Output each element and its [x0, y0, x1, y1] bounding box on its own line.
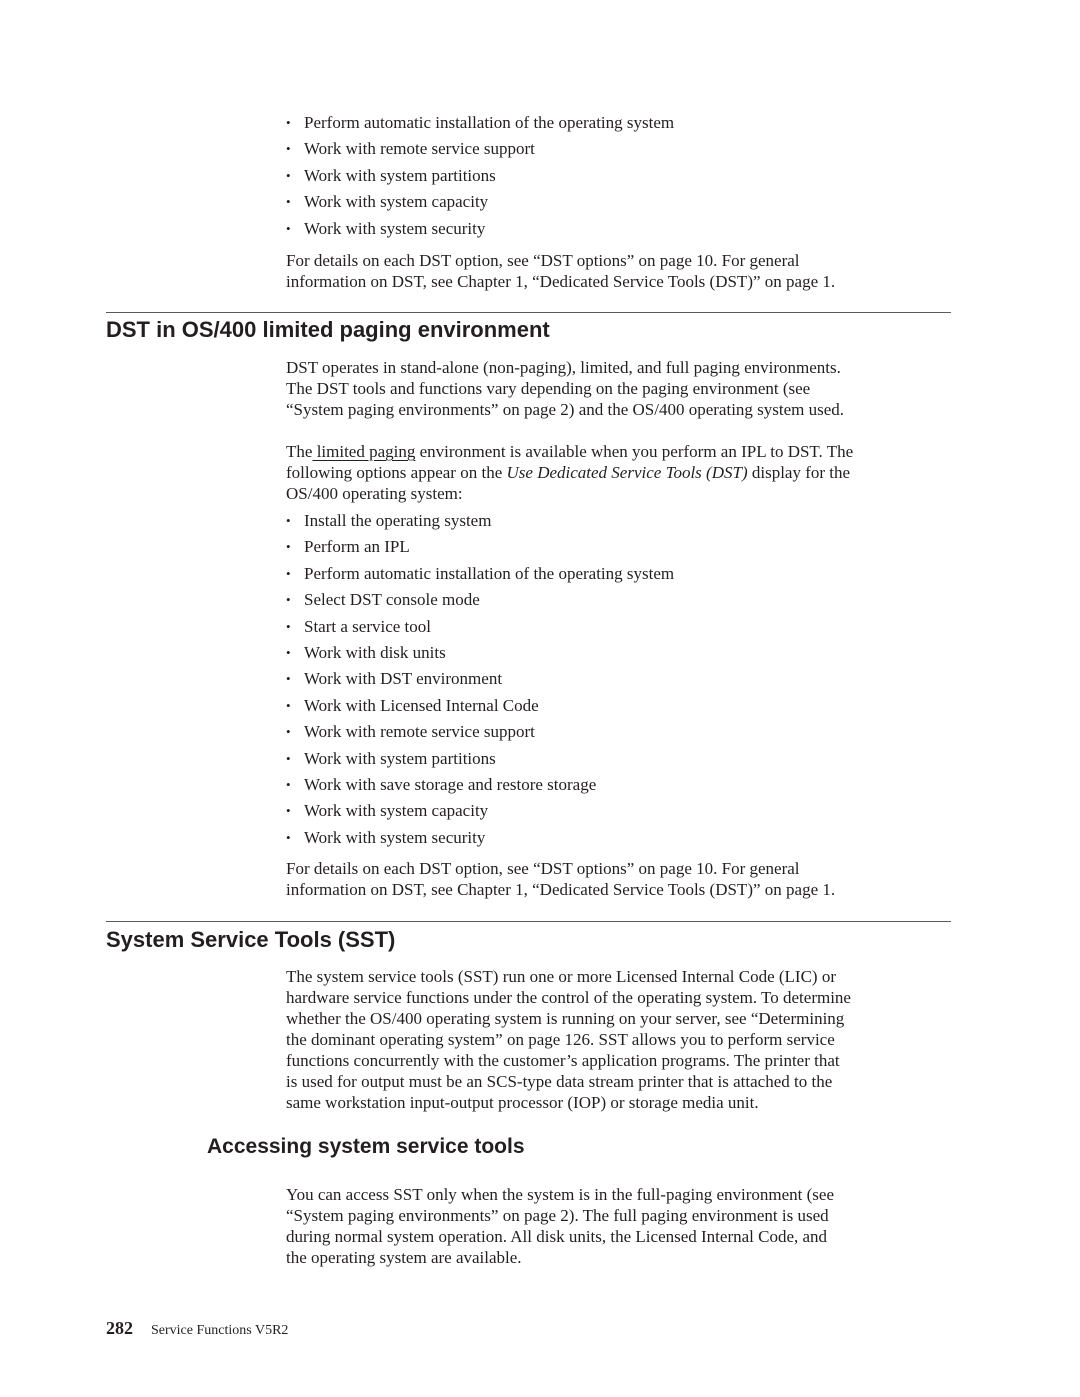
- bullet-icon: •: [286, 539, 291, 555]
- limited-paging-paragraph: The limited paging environment is availa…: [286, 442, 854, 503]
- bullet-icon: •: [286, 141, 291, 157]
- display-name-emphasis: Use Dedicated Service Tools (DST): [506, 463, 748, 482]
- bullet-icon: •: [286, 592, 291, 608]
- list-item: • Work with save storage and restore stor…: [286, 774, 597, 794]
- bullet-icon: •: [286, 644, 291, 660]
- bullet-icon: •: [286, 750, 291, 766]
- list-item: • Install the operating system: [286, 511, 492, 530]
- bullet-icon: •: [286, 671, 291, 687]
- list-item: • Work with DST environment: [286, 669, 503, 689]
- list-item: • Perform automatic installation of the o…: [286, 113, 675, 132]
- list-item: • Work with system capacity: [286, 192, 489, 212]
- page-footer: 282 Service Functions V5R2: [106, 1318, 288, 1339]
- top-details-paragraph: For details on each DST option, see “DST…: [286, 251, 836, 291]
- list-item: • Work with disk units: [286, 642, 446, 662]
- list-item: • Work with remote service support: [286, 722, 535, 742]
- bullet-icon: •: [286, 220, 291, 236]
- book-title: Service Functions V5R2: [151, 1323, 289, 1338]
- list-item: • Work with remote service support: [286, 139, 535, 159]
- top-bullet-list-block: • Perform automatic installation of the o…: [286, 112, 956, 244]
- accessing-sst-paragraph: You can access SST only when the system …: [286, 1185, 835, 1267]
- bullet-icon: •: [286, 724, 291, 740]
- bullet-icon: •: [286, 618, 291, 634]
- top-bullet-list: • Perform automatic installation of the o…: [286, 112, 956, 244]
- bullet-icon: •: [286, 194, 291, 210]
- bullet-icon: •: [286, 829, 291, 845]
- list-item: • Work with Licensed Internal Code: [286, 695, 539, 715]
- list-item: • Start a service tool: [286, 616, 431, 636]
- section-heading-sst: System Service Tools (SST): [106, 927, 396, 952]
- bullet-icon: •: [286, 776, 291, 792]
- bullet-icon: •: [286, 167, 291, 183]
- section-divider: [106, 312, 951, 313]
- sst-paragraph: The system service tools (SST) run one o…: [286, 967, 851, 1112]
- limited-paging-details-paragraph: For details on each DST option, see “DST…: [286, 859, 836, 899]
- section-divider: [106, 921, 951, 922]
- list-item: • Perform automatic installation of the o…: [286, 563, 675, 583]
- bullet-icon: •: [286, 115, 291, 130]
- limited-paging-link[interactable]: limited paging: [312, 442, 416, 461]
- list-item: • Select DST console mode: [286, 590, 480, 610]
- limited-paging-intro: DST operates in stand-alone (non-paging)…: [286, 358, 845, 419]
- list-item: • Work with system partitions: [286, 165, 496, 185]
- list-item: • Perform an IPL: [286, 537, 410, 557]
- section-heading-limited-paging: DST in OS/400 limited paging environment: [106, 317, 550, 342]
- bullet-icon: •: [286, 803, 291, 819]
- bullet-icon: •: [286, 513, 291, 528]
- bullet-icon: •: [286, 697, 291, 713]
- list-item: • Work with system security: [286, 218, 486, 238]
- bullet-icon: •: [286, 565, 291, 581]
- limited-paging-bullet-list-block: • Install the operating system • Perform a…: [286, 510, 956, 853]
- list-item: • Work with system capacity: [286, 801, 489, 821]
- limited-paging-bullet-list: • Install the operating system • Perform a…: [286, 510, 956, 853]
- page-number: 282: [106, 1318, 133, 1338]
- list-item: • Work with system security: [286, 827, 486, 847]
- subsection-heading-accessing-sst: Accessing system service tools: [207, 1135, 525, 1158]
- list-item: • Work with system partitions: [286, 748, 496, 768]
